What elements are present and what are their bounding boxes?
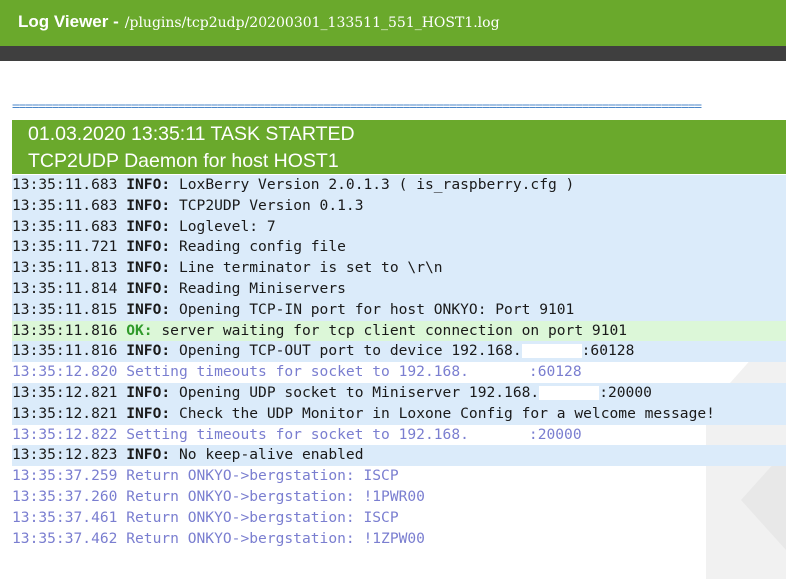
log-level: INFO: (126, 383, 171, 401)
log-message: Return ONKYO->bergstation: !1ZPW00 (126, 529, 425, 547)
log-timestamp: 13:35:11.683 (12, 217, 118, 235)
log-line: 13:35:12.822 Setting timeouts for socket… (12, 425, 786, 446)
log-level: INFO: (126, 176, 171, 193)
log-separator: ========================================… (12, 99, 702, 113)
log-level: INFO: (126, 279, 171, 297)
log-level: INFO: (126, 238, 171, 256)
redacted-ip (539, 385, 600, 400)
log-message: Loglevel: 7 (178, 217, 276, 235)
log-content: 13:35:11.683 INFO: LoxBerry Version 2.0.… (12, 175, 786, 549)
log-line: 13:35:12.821 INFO: Opening UDP socket to… (12, 382, 786, 404)
log-message: Setting timeouts for socket to 192.168. (126, 425, 469, 443)
redacted-ip (521, 344, 582, 359)
log-line: 13:35:11.816 OK: server waiting for tcp … (12, 320, 786, 342)
log-line: 13:35:37.260 Return ONKYO->bergstation: … (12, 487, 786, 508)
log-level: INFO: (126, 342, 171, 360)
log-line: 13:35:11.683 INFO: TCP2UDP Version 0.1.3 (12, 195, 786, 217)
log-line: 13:35:11.816 INFO: Opening TCP-OUT port … (12, 341, 786, 363)
log-level: OK: (126, 321, 153, 339)
log-message: server waiting for tcp client connection… (161, 321, 628, 339)
task-started-line: 01.03.2020 13:35:11 TASK STARTED (28, 123, 355, 145)
log-message: Opening TCP-OUT port to device 192.168. (178, 342, 522, 360)
log-timestamp: 13:35:37.259 (12, 467, 118, 485)
log-line: 13:35:11.721 INFO: Reading config file (12, 237, 786, 259)
log-timestamp: 13:35:12.822 (12, 425, 118, 443)
log-message: Setting timeouts for socket to 192.168. (126, 363, 469, 381)
log-message: Reading Miniservers (178, 279, 346, 297)
log-line: 13:35:11.814 INFO: Reading Miniservers (12, 278, 786, 300)
log-line: 13:35:11.683 INFO: LoxBerry Version 2.0.… (12, 175, 786, 196)
log-timestamp: 13:35:11.683 (12, 196, 118, 214)
log-timestamp: 13:35:11.814 (12, 279, 118, 297)
log-port: :60128 (528, 363, 582, 381)
log-timestamp: 13:35:11.815 (12, 300, 118, 318)
task-banner: 01.03.2020 13:35:11 TASK STARTED TCP2UDP… (12, 120, 786, 174)
log-level: INFO: (126, 259, 171, 277)
log-timestamp: 13:35:37.260 (12, 487, 118, 505)
log-timestamp: 13:35:11.683 (12, 176, 118, 193)
log-line: 13:35:11.683 INFO: Loglevel: 7 (12, 216, 786, 238)
log-message: Line terminator is set to \r\n (178, 259, 443, 277)
log-line: 13:35:37.259 Return ONKYO->bergstation: … (12, 466, 786, 487)
log-message: Opening UDP socket to Miniserver 192.168… (178, 383, 540, 401)
log-level: INFO: (126, 404, 171, 422)
log-timestamp: 13:35:11.816 (12, 321, 118, 339)
header-divider (0, 46, 786, 61)
log-message: Opening TCP-IN port for host ONKYO: Port… (178, 300, 575, 318)
redacted-ip (469, 365, 529, 379)
task-name-line: TCP2UDP Daemon for host HOST1 (28, 150, 339, 172)
app-title: Log Viewer - (18, 12, 119, 31)
log-timestamp: 13:35:12.823 (12, 446, 118, 464)
log-level: INFO: (126, 300, 171, 318)
log-message: LoxBerry Version 2.0.1.3 ( is_raspberry.… (178, 176, 575, 193)
log-port: :20000 (599, 383, 652, 401)
log-message: No keep-alive enabled (178, 446, 364, 464)
log-level: INFO: (126, 446, 171, 464)
log-timestamp: 13:35:12.821 (12, 383, 118, 401)
log-message: Return ONKYO->bergstation: !1PWR00 (126, 487, 425, 505)
log-port: :60128 (581, 342, 635, 360)
log-timestamp: 13:35:11.813 (12, 259, 118, 277)
log-level: INFO: (126, 196, 171, 214)
log-timestamp: 13:35:11.721 (12, 238, 118, 256)
log-line: 13:35:37.461 Return ONKYO->bergstation: … (12, 508, 786, 529)
log-timestamp: 13:35:12.820 (12, 363, 118, 381)
log-message: Return ONKYO->bergstation: ISCP (126, 508, 399, 526)
log-line: 13:35:11.815 INFO: Opening TCP-IN port f… (12, 299, 786, 321)
log-port: :20000 (528, 425, 582, 443)
log-file-path: /plugins/tcp2udp/20200301_133511_551_HOS… (124, 15, 500, 31)
log-level: INFO: (126, 217, 171, 235)
log-line: 13:35:11.813 INFO: Line terminator is se… (12, 258, 786, 279)
log-line: 13:35:12.823 INFO: No keep-alive enabled (12, 445, 786, 467)
log-message: Return ONKYO->bergstation: ISCP (126, 467, 399, 485)
log-line: 13:35:37.462 Return ONKYO->bergstation: … (12, 529, 786, 550)
log-message: TCP2UDP Version 0.1.3 (178, 196, 364, 214)
log-timestamp: 13:35:37.461 (12, 508, 118, 526)
log-timestamp: 13:35:37.462 (12, 529, 118, 547)
log-timestamp: 13:35:11.816 (12, 342, 118, 360)
log-message: Reading config file (178, 238, 346, 256)
log-timestamp: 13:35:12.821 (12, 404, 118, 422)
redacted-ip (469, 428, 529, 442)
log-line: 13:35:12.820 Setting timeouts for socket… (12, 362, 786, 383)
log-message: Check the UDP Monitor in Loxone Config f… (178, 404, 715, 422)
log-line: 13:35:12.821 INFO: Check the UDP Monitor… (12, 403, 786, 425)
page-header: Log Viewer - /plugins/tcp2udp/20200301_13… (0, 0, 786, 46)
